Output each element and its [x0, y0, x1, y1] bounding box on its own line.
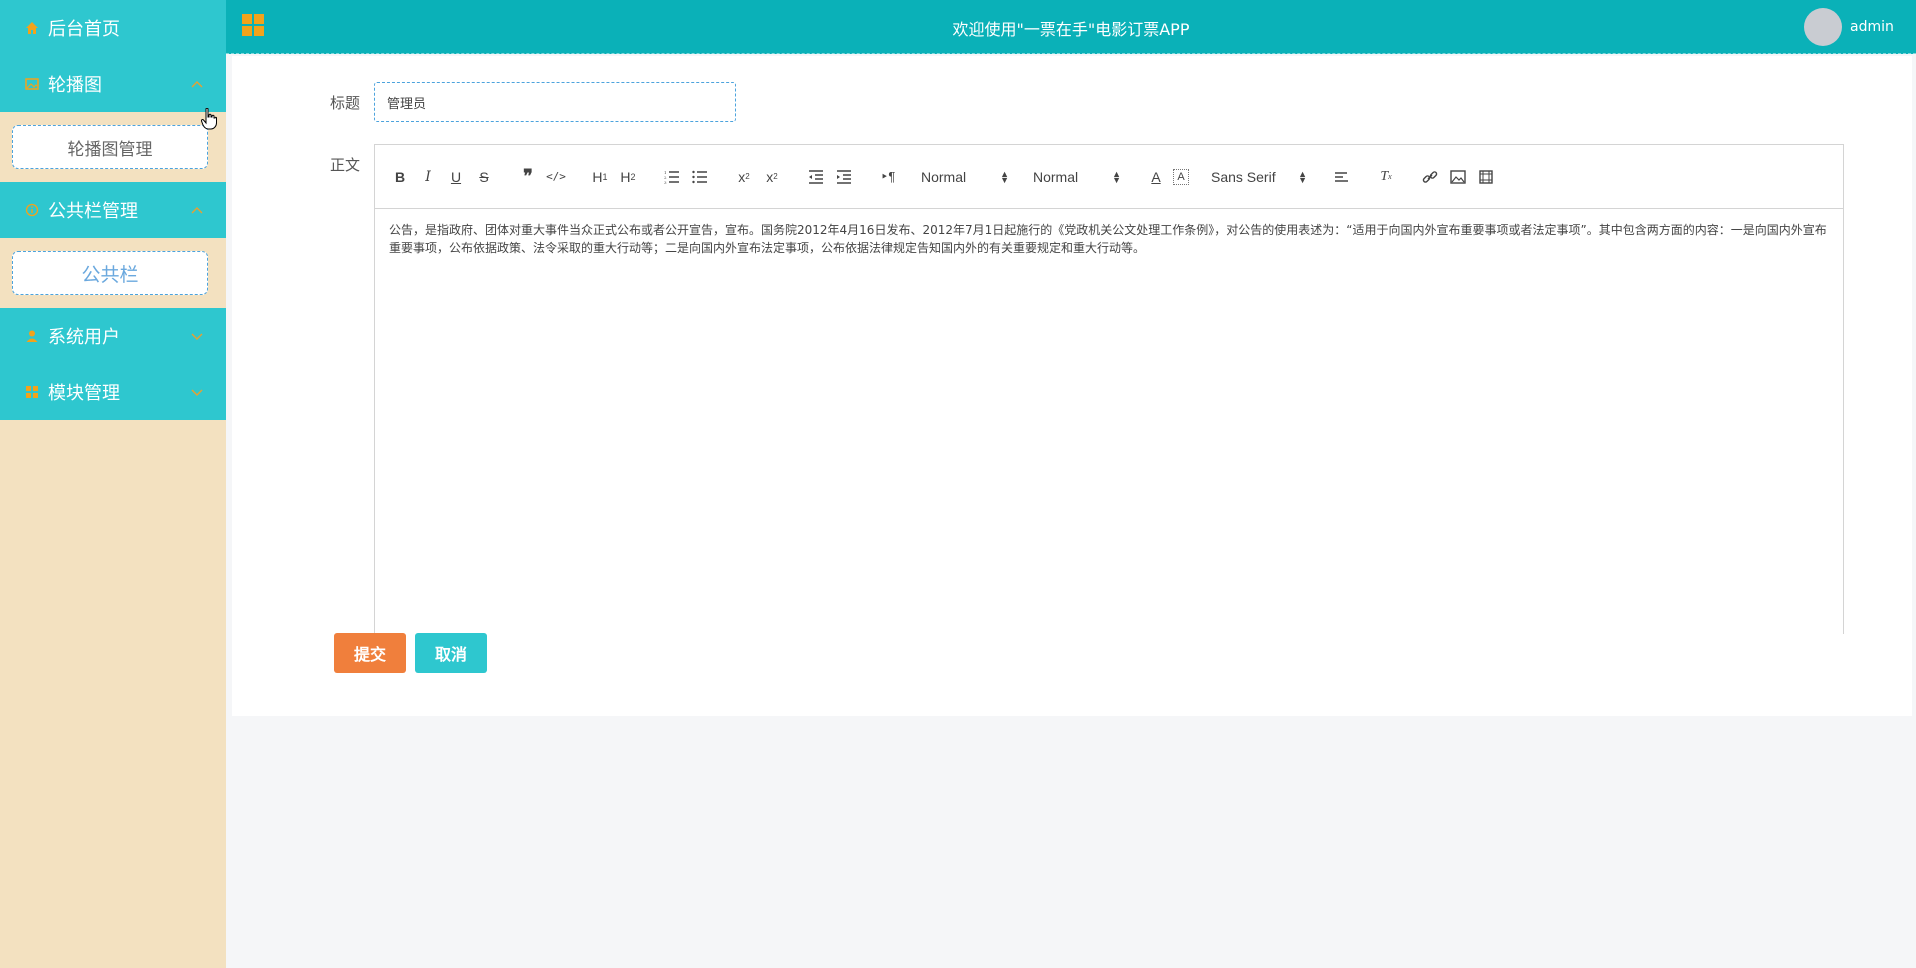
grid-icon [24, 384, 40, 400]
page-title: 欢迎使用"一票在手"电影订票APP [952, 20, 1190, 39]
menu-users-label: 系统用户 [48, 327, 120, 348]
subscript-icon[interactable]: x2 [733, 165, 755, 189]
carousel-submenu: 轮播图管理 [0, 112, 226, 182]
info-icon [24, 202, 40, 218]
title-input[interactable] [374, 82, 736, 122]
user-icon [24, 328, 40, 344]
font-select[interactable]: Sans Serif ▲ ▼ [1211, 169, 1307, 185]
size-select[interactable]: Normal ▲ ▼ [1033, 169, 1121, 185]
sidebar: 后台首页 轮播图 轮播图管理 公共栏管理 公共栏 系统用户 模块管理 [0, 0, 226, 968]
chevron-up-icon [191, 81, 203, 88]
image-icon [24, 76, 40, 92]
notice-submenu: 公共栏 [0, 238, 226, 308]
underline-icon[interactable]: U [445, 165, 467, 189]
outdent-icon[interactable] [805, 165, 827, 189]
chevron-down-icon [191, 333, 203, 340]
bold-icon[interactable]: B [389, 165, 411, 189]
svg-text:3: 3 [664, 180, 667, 184]
size-select-value: Normal [1033, 168, 1079, 185]
indent-icon[interactable] [833, 165, 855, 189]
ordered-list-icon[interactable]: 123 [661, 165, 683, 189]
rich-text-editor: B I U S ❞ </> H1 H2 123 x2 x2 ‣¶ Normal … [374, 144, 1844, 634]
text-direction-icon[interactable]: ‣¶ [877, 165, 899, 189]
header-select-value: Normal [921, 168, 967, 185]
select-arrows-icon: ▲ ▼ [1298, 168, 1307, 185]
menu-home[interactable]: 后台首页 [0, 0, 226, 56]
editor-content[interactable]: 公告，是指政府、团体对重大事件当众正式公布或者公开宣告，宣布。国务院2012年4… [375, 209, 1843, 269]
menu-home-label: 后台首页 [48, 19, 120, 40]
chevron-up-icon [191, 207, 203, 214]
bullet-list-icon[interactable] [689, 165, 711, 189]
heading1-icon[interactable]: H1 [589, 165, 611, 189]
font-color-icon[interactable]: A [1145, 165, 1167, 189]
submit-button[interactable]: 提交 [334, 633, 406, 673]
submenu-item-notice[interactable]: 公共栏 [12, 251, 208, 295]
blockquote-icon[interactable]: ❞ [517, 165, 539, 189]
cancel-button[interactable]: 取消 [415, 633, 487, 673]
menu-notice-label: 公共栏管理 [48, 201, 138, 222]
header-select[interactable]: Normal ▲ ▼ [921, 169, 1009, 185]
link-icon[interactable] [1419, 165, 1441, 189]
menu-notice[interactable]: 公共栏管理 [0, 182, 226, 238]
menu-modules-label: 模块管理 [48, 383, 120, 404]
menu-carousel-label: 轮播图 [48, 75, 102, 96]
form-panel: 标题 正文 B I U S ❞ </> H1 H2 123 x2 x2 [232, 56, 1912, 716]
image-insert-icon[interactable] [1447, 165, 1469, 189]
menu-carousel[interactable]: 轮播图 [0, 56, 226, 112]
superscript-icon[interactable]: x2 [761, 165, 783, 189]
body-label: 正文 [330, 156, 361, 174]
menu-modules[interactable]: 模块管理 [0, 364, 226, 420]
font-select-value: Sans Serif [1211, 168, 1276, 185]
select-arrows-icon: ▲ ▼ [1000, 168, 1009, 185]
menu-users[interactable]: 系统用户 [0, 308, 226, 364]
clear-format-icon[interactable]: Tx [1375, 165, 1397, 189]
strikethrough-icon[interactable]: S [473, 165, 495, 189]
background-color-icon[interactable]: A [1173, 168, 1189, 185]
align-left-icon[interactable] [1331, 165, 1353, 189]
italic-icon[interactable]: I [417, 165, 439, 189]
heading2-icon[interactable]: H2 [617, 165, 639, 189]
home-icon [24, 20, 40, 36]
select-arrows-icon: ▲ ▼ [1112, 168, 1121, 185]
avatar[interactable] [1804, 8, 1842, 46]
hand-cursor-icon [201, 108, 217, 130]
code-block-icon[interactable]: </> [545, 165, 567, 189]
editor-toolbar: B I U S ❞ </> H1 H2 123 x2 x2 ‣¶ Normal … [375, 145, 1843, 209]
chevron-down-icon [191, 389, 203, 396]
video-insert-icon[interactable] [1475, 165, 1497, 189]
submenu-item-carousel-manage[interactable]: 轮播图管理 [12, 125, 208, 169]
title-label: 标题 [330, 94, 361, 112]
user-name[interactable]: admin [1850, 19, 1894, 35]
top-header: 欢迎使用"一票在手"电影订票APP admin [226, 0, 1916, 54]
